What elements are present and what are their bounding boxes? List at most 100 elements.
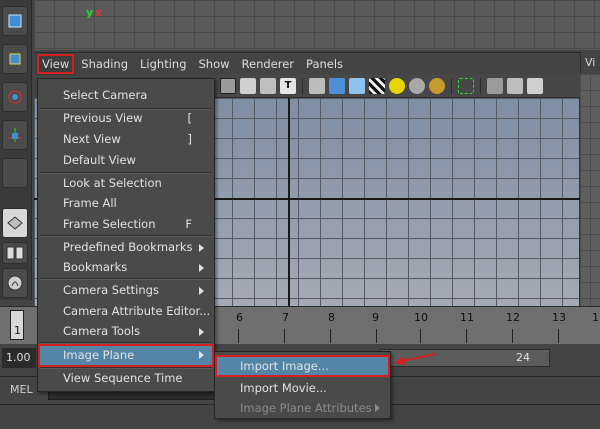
lighting-menu-title[interactable]: Lighting (134, 53, 192, 75)
submenu-arrow-icon (199, 328, 204, 336)
grid-toggle-icon[interactable] (260, 77, 276, 94)
menu-item-select-camera[interactable]: Select Camera (38, 85, 214, 106)
right-viewport[interactable] (580, 74, 600, 306)
wireframe-icon[interactable] (240, 77, 256, 94)
scale-tool-icon[interactable] (2, 120, 28, 150)
menu-item-image-plane-attributes: Image Plane Attributes (215, 397, 390, 419)
isolate-select-icon[interactable] (458, 77, 474, 94)
tick-label: 6 (236, 311, 243, 324)
panels-menu-title[interactable]: Panels (300, 53, 349, 75)
menu-item-frame-all[interactable]: Frame All (38, 193, 214, 214)
toolbar-separator (302, 77, 303, 94)
view-menu-title[interactable]: View (36, 52, 76, 75)
menu-item-view-sequence-time[interactable]: View Sequence Time (38, 368, 214, 389)
menu-item-predefined-bookmarks[interactable]: Predefined Bookmarks (38, 237, 214, 258)
high-quality-icon[interactable] (429, 77, 445, 94)
playback-start-field[interactable]: 1.00 (2, 348, 36, 368)
panel-toolbar: T (214, 74, 580, 98)
menu-item-label: Image Plane Attributes (240, 401, 372, 415)
menu-item-image-plane[interactable]: Image Plane (38, 344, 214, 367)
submenu-arrow-icon (199, 264, 204, 272)
menu-item-label: Image Plane (63, 348, 135, 362)
menu-item-label: Camera Settings (63, 283, 159, 297)
menu-item-label: Import Movie... (240, 381, 327, 395)
current-frame-label: 1 (14, 324, 21, 337)
menu-item-next-view[interactable]: Next View] (38, 129, 214, 150)
menu-item-label: Import Image... (240, 359, 329, 373)
menu-item-import-image[interactable]: Import Image... (215, 355, 390, 377)
menu-item-label: Next View (63, 132, 121, 146)
menu-item-label: Bookmarks (63, 260, 128, 274)
xray-icon[interactable] (487, 77, 503, 94)
menu-item-camera-attribute-editor[interactable]: Camera Attribute Editor... (38, 301, 214, 322)
menu-item-import-movie[interactable]: Import Movie... (215, 377, 390, 399)
tick-mark (376, 329, 377, 343)
xray-joints-icon[interactable] (507, 77, 523, 94)
toolbar-separator (480, 77, 481, 94)
rotate-tool-icon[interactable] (2, 82, 28, 112)
smooth-shade-icon[interactable] (329, 77, 345, 94)
share-icon[interactable] (527, 77, 543, 94)
range-end-value: 24 (516, 351, 530, 364)
menu-item-label: Previous View (63, 111, 143, 125)
right-panel-menu-title[interactable]: Vi (580, 52, 600, 74)
axis-gizmo: yx (86, 6, 102, 19)
layout-single-pane-icon[interactable] (2, 208, 28, 238)
panel-menu-bar: View Shading Lighting Show Renderer Pane… (34, 52, 580, 75)
menu-item-label: Frame Selection (63, 217, 156, 231)
wireframe-on-shaded-icon[interactable] (349, 77, 365, 94)
text-t-icon[interactable]: T (280, 77, 296, 94)
image-plane-submenu: Import Image... Import Movie... Image Pl… (214, 351, 391, 419)
top-viewport[interactable]: yx (34, 0, 600, 50)
outliner-icon[interactable] (2, 268, 28, 298)
tick-label: 11 (460, 311, 474, 324)
tick-label: 10 (414, 311, 428, 324)
submenu-arrow-icon (375, 404, 380, 412)
menu-item-label: Look at Selection (63, 176, 162, 190)
layout-four-pane-icon[interactable] (2, 242, 28, 264)
menu-item-label: Select Camera (63, 88, 148, 102)
move-tool-icon[interactable] (2, 44, 28, 74)
menu-item-bookmarks[interactable]: Bookmarks (38, 257, 214, 278)
tick-mark (238, 329, 239, 343)
tick-mark (284, 329, 285, 343)
wireframe-cube-icon[interactable] (309, 77, 325, 94)
menu-item-label: View Sequence Time (63, 371, 183, 385)
submenu-arrow-icon (199, 244, 204, 252)
tick-label: 9 (372, 311, 379, 324)
select-tool-icon[interactable] (2, 6, 28, 36)
menu-item-label: Camera Tools (63, 324, 141, 338)
tool-shelf (0, 0, 32, 300)
tick-mark (420, 329, 421, 343)
tick-mark (558, 329, 559, 343)
tick-mark (466, 329, 467, 343)
axis-y-label: y (86, 6, 94, 19)
lights-icon[interactable] (389, 77, 405, 94)
tick-label: 1 (592, 311, 599, 324)
show-menu-title[interactable]: Show (193, 53, 236, 75)
last-tool-icon[interactable] (2, 158, 28, 188)
view-menu: Select Camera Previous View[ Next View] … (37, 78, 215, 392)
menu-item-label: Frame All (63, 196, 117, 210)
menu-item-label: Camera Attribute Editor... (63, 304, 211, 318)
tick-mark (330, 329, 331, 343)
menu-item-look-at-selection[interactable]: Look at Selection (38, 173, 214, 194)
toolbar-separator (451, 77, 452, 94)
menu-item-default-view[interactable]: Default View (38, 150, 214, 171)
grid-vertical-axis (288, 98, 290, 306)
tick-label: 7 (282, 311, 289, 324)
image-plane-icon[interactable] (220, 77, 236, 94)
textured-icon[interactable] (369, 77, 385, 94)
shadows-icon[interactable] (409, 77, 425, 94)
menu-item-camera-tools[interactable]: Camera Tools (38, 321, 214, 342)
tick-label: 13 (552, 311, 566, 324)
menu-item-camera-settings[interactable]: Camera Settings (38, 280, 214, 301)
menu-item-previous-view[interactable]: Previous View [ (38, 108, 214, 129)
menu-item-frame-selection[interactable]: Frame Selection F (38, 214, 214, 235)
current-frame-marker[interactable]: 1 (10, 310, 24, 340)
axis-x-label: x (95, 6, 103, 19)
renderer-menu-title[interactable]: Renderer (236, 53, 301, 75)
submenu-arrow-icon (199, 287, 204, 295)
mel-label[interactable]: MEL (10, 383, 33, 396)
shading-menu-title[interactable]: Shading (75, 53, 134, 75)
